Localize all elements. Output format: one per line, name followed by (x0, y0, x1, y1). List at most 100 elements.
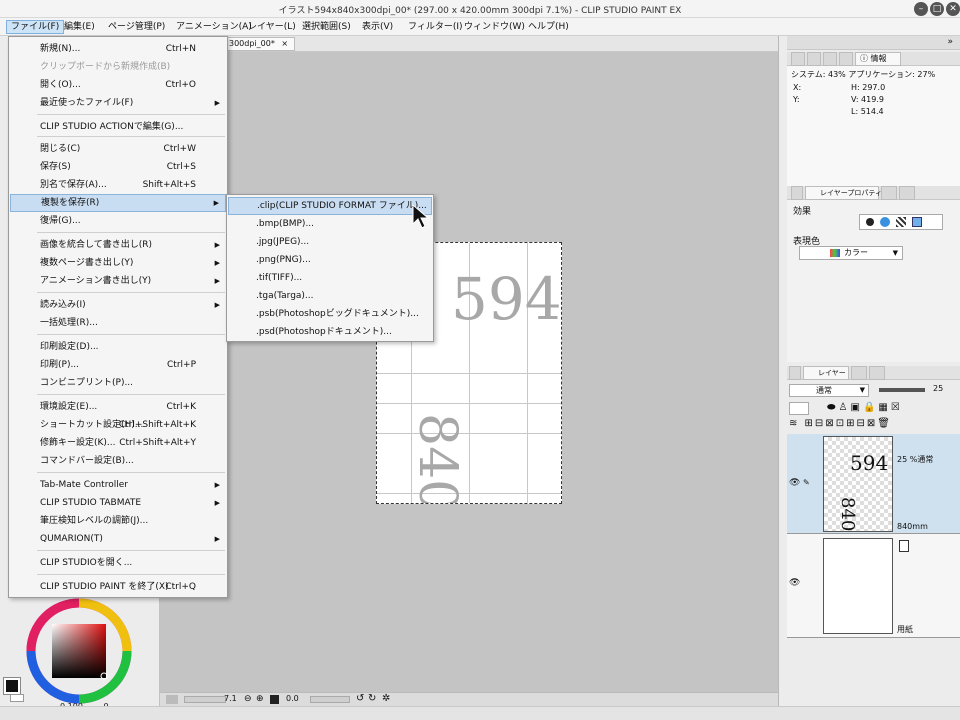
file-menu-item[interactable]: Tab-Mate Controller ▶ (10, 476, 226, 494)
rotate-right-icon[interactable]: ↻ (368, 693, 376, 704)
file-menu-item[interactable]: 一括処理(R)... (10, 314, 226, 332)
menu-file[interactable]: ファイル(F) (6, 20, 65, 34)
document-tab[interactable]: 300dpi_00* × (222, 37, 296, 51)
collapse-icon[interactable] (166, 695, 178, 704)
maximize-button[interactable]: □ (930, 2, 944, 16)
save-copy-item[interactable]: .psb(Photoshopビッグドキュメント)... (228, 305, 432, 323)
file-menu-item-shortcut: Ctrl+Q (165, 582, 196, 592)
save-copy-item[interactable]: .tif(TIFF)... (228, 269, 432, 287)
file-menu-item[interactable]: 閉じる(C) Ctrl+W (10, 140, 226, 158)
tab-animation[interactable] (851, 366, 867, 380)
layer-color-select[interactable] (789, 402, 809, 415)
file-menu-item[interactable]: クリップボードから新規作成(B) (10, 58, 226, 76)
save-copy-item[interactable]: .clip(CLIP STUDIO FORMAT ファイル)... (228, 197, 432, 215)
layer-info: 25 %通常 (897, 455, 934, 464)
file-menu-item[interactable]: 複製を保存(R) ▶ (10, 194, 226, 212)
menu-layer[interactable]: レイヤー(L) (244, 20, 300, 34)
eye-icon-paper[interactable]: 👁 (789, 578, 800, 588)
reset-rotation-icon[interactable]: ✲ (382, 693, 390, 704)
tab-subview[interactable] (807, 52, 821, 66)
menu-edit[interactable]: 編集(E) (60, 20, 99, 34)
save-copy-item[interactable]: .jpg(JPEG)... (228, 233, 432, 251)
file-menu-item[interactable]: 最近使ったファイル(F) ▶ (10, 94, 226, 112)
sub-color-swatch[interactable] (10, 694, 24, 702)
fit-icon[interactable] (270, 695, 279, 704)
menu-window[interactable]: ウィンドウ(W) (460, 20, 529, 34)
zoom-slider[interactable] (184, 696, 226, 703)
layer-row-selected[interactable]: 👁 ✎ 594 840 25 %通常 840mm (787, 434, 960, 534)
file-menu-item[interactable]: CLIP STUDIO PAINT を終了(X) Ctrl+Q (10, 578, 226, 596)
file-menu-item[interactable]: 新規(N)... Ctrl+N (10, 40, 226, 58)
tab-tool-property[interactable] (791, 186, 803, 200)
menu-selection[interactable]: 選択範囲(S) (298, 20, 355, 34)
file-menu-item[interactable]: 筆圧検知レベルの調節(J)... (10, 512, 226, 530)
tab-layer[interactable]: レイヤー (803, 366, 849, 380)
file-menu-item[interactable]: 画像を統合して書き出し(R) ▶ (10, 236, 226, 254)
tab-layer-property[interactable]: レイヤープロパティ (805, 186, 882, 200)
close-button[interactable]: ✕ (946, 2, 960, 16)
zoom-in-icon[interactable]: ⊕ (256, 694, 264, 704)
tab-sub-tool-detail[interactable] (881, 186, 897, 200)
menu-page-management[interactable]: ページ管理(P) (104, 20, 169, 34)
info-tab-label: 情報 (870, 54, 887, 63)
info-panel: システム: 43% アプリケーション: 27% X: Y: H: 297.0 V… (787, 66, 960, 186)
tab-auto-action[interactable] (869, 366, 885, 380)
file-menu-item[interactable]: コンビニプリント(P)... (10, 374, 226, 392)
menu-filter[interactable]: フィルター(I) (404, 20, 467, 34)
file-menu-item[interactable]: 別名で保存(A)... Shift+Alt+S (10, 176, 226, 194)
menu-separator (37, 114, 225, 115)
file-menu-item-shortcut: Ctrl+S (166, 162, 196, 172)
save-copy-item[interactable]: .bmp(BMP)... (228, 215, 432, 233)
layer-action-icons[interactable]: ≋ ⊞⊟⊠⊡⊞⊟⊠🗑 (789, 418, 892, 429)
save-copy-item[interactable]: .png(PNG)... (228, 251, 432, 269)
menu-help[interactable]: ヘルプ(H) (524, 20, 573, 34)
file-menu-item[interactable]: 開く(O)... Ctrl+O (10, 76, 226, 94)
blend-mode-select[interactable]: 通常 ▼ (789, 384, 869, 397)
menu-view[interactable]: 表示(V) (358, 20, 397, 34)
collapse-arrows-icon[interactable]: » (947, 37, 953, 47)
save-copy-item[interactable]: .psd(Photoshopドキュメント)... (228, 323, 432, 341)
paper-layer-icon (899, 540, 909, 552)
document-tab-label: 300dpi_00* (229, 39, 275, 48)
file-menu-item-label: コンビニプリント(P)... (40, 378, 134, 388)
minimize-button[interactable]: – (914, 2, 928, 16)
file-menu-item[interactable]: CLIP STUDIO TABMATE ▶ (10, 494, 226, 512)
tab-search[interactable] (823, 52, 837, 66)
tab-navigator[interactable] (791, 52, 805, 66)
layer-toolbar: 通常 ▼ 25 ⬬♙▣🔒▦☒ ≋ ⊞⊟⊠⊡⊞⊟⊠🗑 (787, 382, 960, 432)
file-menu-item[interactable]: CLIP STUDIOを開く... (10, 554, 226, 572)
zoom-out-icon[interactable]: ⊖ (244, 694, 252, 704)
rotate-left-icon[interactable]: ↺ (356, 693, 364, 704)
effect-buttons[interactable] (859, 214, 943, 230)
layer-lock-icons[interactable]: ⬬♙▣🔒▦☒ (827, 402, 903, 413)
file-menu-item-shortcut: Ctrl+O (165, 80, 196, 90)
file-menu-item[interactable]: コマンドバー設定(B)... (10, 452, 226, 470)
opacity-slider[interactable] (879, 388, 925, 392)
document-tab-close-icon[interactable]: × (281, 39, 288, 48)
file-menu-item[interactable]: 印刷(P)... Ctrl+P (10, 356, 226, 374)
file-menu-item[interactable]: QUMARION(T) ▶ (10, 530, 226, 548)
file-menu-item[interactable]: 保存(S) Ctrl+S (10, 158, 226, 176)
main-color-swatch[interactable] (3, 677, 21, 695)
file-menu-item[interactable]: 復帰(G)... (10, 212, 226, 230)
color-wheel[interactable] (24, 596, 134, 706)
save-copy-item[interactable]: .tga(Targa)... (228, 287, 432, 305)
file-menu-item[interactable]: 複数ページ書き出し(Y) ▶ (10, 254, 226, 272)
rotation-slider[interactable] (310, 696, 350, 703)
tab-animation-cels[interactable] (899, 186, 915, 200)
file-menu-item-shortcut: Ctrl+W (163, 144, 196, 154)
expression-color-select[interactable]: カラー ▼ (799, 246, 903, 260)
layer-row-paper[interactable]: 👁 用紙 (787, 534, 960, 638)
file-menu-item[interactable]: 印刷設定(D)... (10, 338, 226, 356)
tab-layer-search[interactable] (789, 366, 801, 380)
file-menu-item[interactable]: アニメーション書き出し(Y) ▶ (10, 272, 226, 290)
l-value: L: 514.4 (851, 107, 884, 116)
file-menu-item[interactable]: 修飾キー設定(K)... Ctrl+Shift+Alt+Y (10, 434, 226, 452)
eye-icon[interactable]: 👁 (789, 478, 800, 488)
tab-item-bank[interactable] (839, 52, 853, 66)
file-menu-item[interactable]: 読み込み(I) ▶ (10, 296, 226, 314)
file-menu-item[interactable]: 環境設定(E)... Ctrl+K (10, 398, 226, 416)
file-menu-item[interactable]: ショートカット設定(H)... Ctrl+Shift+Alt+K (10, 416, 226, 434)
tab-info[interactable]: ⓘ 情報 (855, 52, 901, 66)
file-menu-item[interactable]: CLIP STUDIO ACTIONで編集(G)... (10, 118, 226, 136)
